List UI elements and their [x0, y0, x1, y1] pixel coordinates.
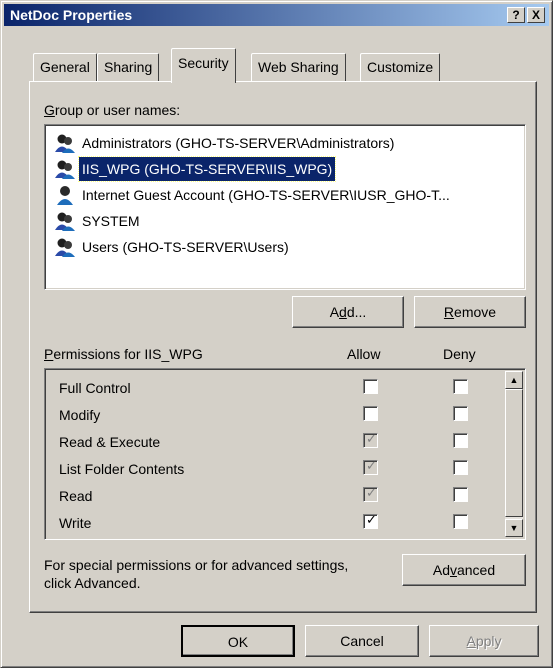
permission-row: Modify: [59, 407, 101, 423]
close-button[interactable]: X: [527, 7, 545, 23]
tab-sharing[interactable]: Sharing: [97, 53, 160, 81]
advanced-button[interactable]: Advanced: [402, 554, 526, 586]
group-icon: [55, 212, 75, 231]
add-button[interactable]: Add...: [292, 296, 404, 328]
deny-checkbox[interactable]: [453, 514, 468, 529]
allow-header: Allow: [347, 346, 381, 362]
permissions-list[interactable]: Full Control Modify Read & Execute ✓ Lis…: [44, 368, 526, 540]
security-panel: Group or user names: Administrators (GHO…: [29, 81, 537, 613]
window-title: NetDoc Properties: [10, 7, 133, 23]
ok-button[interactable]: OK: [181, 625, 295, 657]
permission-row: Full Control: [59, 380, 131, 396]
user-icon: [57, 186, 73, 205]
scroll-up-arrow-icon[interactable]: ▲: [505, 371, 523, 389]
remove-button[interactable]: Remove: [414, 296, 526, 328]
deny-checkbox[interactable]: [453, 460, 468, 475]
group-or-user-names-label: Group or user names:: [44, 102, 181, 118]
properties-dialog: NetDoc Properties ? X General Sharing Se…: [0, 0, 553, 668]
allow-checkbox-inherited: ✓: [363, 458, 378, 475]
cancel-button[interactable]: Cancel: [305, 625, 419, 657]
list-item[interactable]: Administrators (GHO-TS-SERVER\Administra…: [51, 131, 499, 155]
permission-row: Read: [59, 488, 93, 504]
special-permissions-text: For special permissions or for advanced …: [44, 557, 349, 591]
help-button[interactable]: ?: [507, 7, 525, 23]
deny-checkbox[interactable]: [453, 379, 468, 394]
deny-checkbox[interactable]: [453, 487, 468, 502]
permission-row: Read & Execute: [59, 434, 161, 450]
list-item[interactable]: Internet Guest Account (GHO-TS-SERVER\IU…: [51, 183, 499, 207]
scroll-down-arrow-icon[interactable]: ▼: [505, 519, 523, 537]
permission-row: Write: [59, 515, 92, 531]
user-list[interactable]: Administrators (GHO-TS-SERVER\Administra…: [44, 124, 526, 290]
permission-row: List Folder Contents: [59, 461, 185, 477]
scroll-thumb[interactable]: [505, 389, 523, 517]
tab-security[interactable]: Security: [171, 48, 236, 83]
allow-checkbox-inherited: ✓: [363, 431, 378, 448]
group-icon: [55, 160, 75, 179]
allow-checkbox[interactable]: [363, 379, 378, 394]
group-icon: [55, 238, 75, 257]
permissions-label: Permissions for IIS_WPG: [44, 346, 203, 362]
vertical-scrollbar[interactable]: ▲ ▼: [505, 371, 523, 537]
title-bar[interactable]: NetDoc Properties ? X: [4, 4, 549, 26]
deny-checkbox[interactable]: [453, 433, 468, 448]
tab-web-sharing[interactable]: Web Sharing: [251, 53, 346, 81]
allow-checkbox-inherited: ✓: [363, 485, 378, 502]
allow-checkbox-checked[interactable]: ✓: [363, 512, 378, 529]
tab-customize[interactable]: Customize: [360, 53, 441, 81]
allow-checkbox[interactable]: [363, 406, 378, 421]
tab-general[interactable]: General: [33, 53, 97, 81]
list-item[interactable]: Users (GHO-TS-SERVER\Users): [51, 235, 499, 259]
apply-button: Apply: [429, 625, 539, 657]
deny-checkbox[interactable]: [453, 406, 468, 421]
group-icon: [55, 134, 75, 153]
list-item-selected[interactable]: IIS_WPG (GHO-TS-SERVER\IIS_WPG): [51, 156, 499, 182]
deny-header: Deny: [443, 346, 476, 362]
list-item[interactable]: SYSTEM: [51, 209, 499, 233]
